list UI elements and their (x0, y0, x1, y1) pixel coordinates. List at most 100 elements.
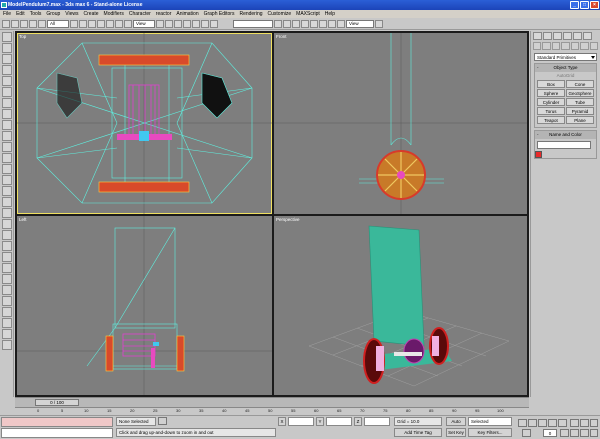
material-editor-icon[interactable] (319, 19, 327, 28)
arc-rotate-icon[interactable] (590, 429, 598, 437)
menu-edit[interactable]: Edit (16, 10, 25, 18)
render-last-icon[interactable] (375, 19, 383, 28)
plane-button[interactable]: Plane (566, 116, 594, 124)
reactor-tool-23-icon[interactable] (2, 274, 12, 284)
go-to-start-icon[interactable] (518, 419, 527, 427)
top-viewport-label[interactable]: Top (19, 34, 26, 39)
torus-button[interactable]: Torus (537, 107, 565, 115)
schematic-view-icon[interactable] (310, 19, 318, 28)
geometry-icon[interactable] (533, 42, 542, 50)
add-time-tag-button[interactable]: Add Time Tag (394, 428, 442, 437)
reactor-tool-16-icon[interactable] (2, 197, 12, 207)
align-icon[interactable] (283, 19, 291, 28)
motion-tab-icon[interactable] (563, 32, 572, 40)
pivot-center-icon[interactable] (156, 19, 164, 28)
key-mode-toggle-icon[interactable] (522, 429, 531, 437)
perspective-viewport-label[interactable]: Perspective (276, 217, 300, 222)
menu-graph-editors[interactable]: Graph Editors (204, 10, 235, 18)
helpers-icon[interactable] (570, 42, 580, 50)
lights-icon[interactable] (551, 42, 561, 50)
go-to-end-icon[interactable] (558, 419, 567, 427)
bind-space-warp-icon[interactable] (38, 19, 46, 28)
reference-coordinate-dropdown[interactable]: View (133, 19, 155, 28)
reactor-tool-20-icon[interactable] (2, 241, 12, 251)
reactor-tool-1-icon[interactable] (2, 32, 12, 42)
zoom-all-icon[interactable] (580, 419, 589, 427)
curve-editor-icon[interactable] (301, 19, 309, 28)
reactor-tool-18-icon[interactable] (2, 219, 12, 229)
x-coord-field[interactable] (288, 417, 314, 426)
pan-icon[interactable] (580, 429, 589, 437)
reactor-tool-10-icon[interactable] (2, 131, 12, 141)
field-of-view-icon[interactable] (570, 429, 579, 437)
maximize-button[interactable]: □ (580, 1, 589, 9)
reactor-tool-19-icon[interactable] (2, 230, 12, 240)
geosphere-button[interactable]: GeoSphere (566, 89, 594, 97)
reactor-tool-15-icon[interactable] (2, 186, 12, 196)
link-icon[interactable] (20, 19, 28, 28)
reactor-tool-5-icon[interactable] (2, 76, 12, 86)
hierarchy-tab-icon[interactable] (553, 32, 562, 40)
object-name-field[interactable] (537, 141, 591, 149)
named-selection-dropdown[interactable] (233, 19, 273, 28)
minimize-button[interactable]: _ (570, 1, 579, 9)
reactor-tool-6-icon[interactable] (2, 87, 12, 97)
spinner-snap-icon[interactable] (201, 19, 209, 28)
object-color-swatch[interactable] (535, 151, 542, 158)
tube-button[interactable]: Tube (566, 98, 594, 106)
reactor-tool-24-icon[interactable] (2, 285, 12, 295)
reactor-tool-26-icon[interactable] (2, 307, 12, 317)
track-bar[interactable]: 0 5 10 15 20 25 30 35 40 45 50 55 60 65 … (15, 407, 529, 415)
select-manipulate-icon[interactable] (165, 19, 173, 28)
unlink-icon[interactable] (29, 19, 37, 28)
cameras-icon[interactable] (561, 42, 570, 50)
angle-snap-icon[interactable] (183, 19, 191, 28)
previous-frame-icon[interactable] (528, 419, 537, 427)
menu-reactor[interactable]: reactor (156, 10, 172, 18)
perspective-viewport[interactable]: Perspective (274, 216, 527, 395)
zoom-extents-icon[interactable] (590, 419, 598, 427)
zoom-icon[interactable] (570, 419, 579, 427)
lock-selection-icon[interactable] (158, 417, 167, 425)
reactor-tool-3-icon[interactable] (2, 54, 12, 64)
select-scale-icon[interactable] (124, 19, 132, 28)
reactor-tool-7-icon[interactable] (2, 98, 12, 108)
edit-named-selection-icon[interactable] (210, 19, 218, 28)
reactor-tool-2-icon[interactable] (2, 43, 12, 53)
teapot-button[interactable]: Teapot (537, 116, 565, 124)
maxscript-listener-mini[interactable] (1, 417, 113, 427)
reactor-tool-21-icon[interactable] (2, 252, 12, 262)
space-warps-icon[interactable] (580, 42, 589, 50)
front-viewport[interactable]: Front (274, 33, 527, 214)
menu-animation[interactable]: Animation (176, 10, 198, 18)
menu-maxscript[interactable]: MAXScript (296, 10, 320, 18)
play-icon[interactable] (538, 419, 547, 427)
y-coord-field[interactable] (326, 417, 352, 426)
menu-modifiers[interactable]: Modifiers (104, 10, 124, 18)
systems-icon[interactable] (589, 42, 598, 50)
reactor-tool-9-icon[interactable] (2, 120, 12, 130)
top-viewport[interactable]: Top (17, 33, 272, 214)
menu-character[interactable]: Character (129, 10, 151, 18)
close-button[interactable]: × (590, 1, 599, 9)
reactor-tool-17-icon[interactable] (2, 208, 12, 218)
maxscript-listener-input[interactable] (1, 428, 113, 438)
cylinder-button[interactable]: Cylinder (537, 98, 565, 106)
reactor-tool-4-icon[interactable] (2, 65, 12, 75)
time-slider[interactable]: 0 / 100 (35, 399, 79, 406)
selection-filter-dropdown[interactable]: All (47, 19, 69, 28)
cone-button[interactable]: Cone (566, 80, 594, 88)
z-coord-field[interactable] (364, 417, 390, 426)
sphere-button[interactable]: Sphere (537, 89, 565, 97)
menu-help[interactable]: Help (325, 10, 335, 18)
reactor-tool-28-icon[interactable] (2, 329, 12, 339)
reactor-tool-14-icon[interactable] (2, 175, 12, 185)
menu-customize[interactable]: Customize (268, 10, 292, 18)
reactor-tool-13-icon[interactable] (2, 164, 12, 174)
reactor-tool-11-icon[interactable] (2, 142, 12, 152)
window-crossing-icon[interactable] (97, 19, 105, 28)
menu-create[interactable]: Create (84, 10, 99, 18)
object-type-header[interactable]: - Object Type (535, 64, 596, 72)
time-configuration-icon[interactable] (560, 429, 569, 437)
reactor-tool-29-icon[interactable] (2, 340, 12, 350)
